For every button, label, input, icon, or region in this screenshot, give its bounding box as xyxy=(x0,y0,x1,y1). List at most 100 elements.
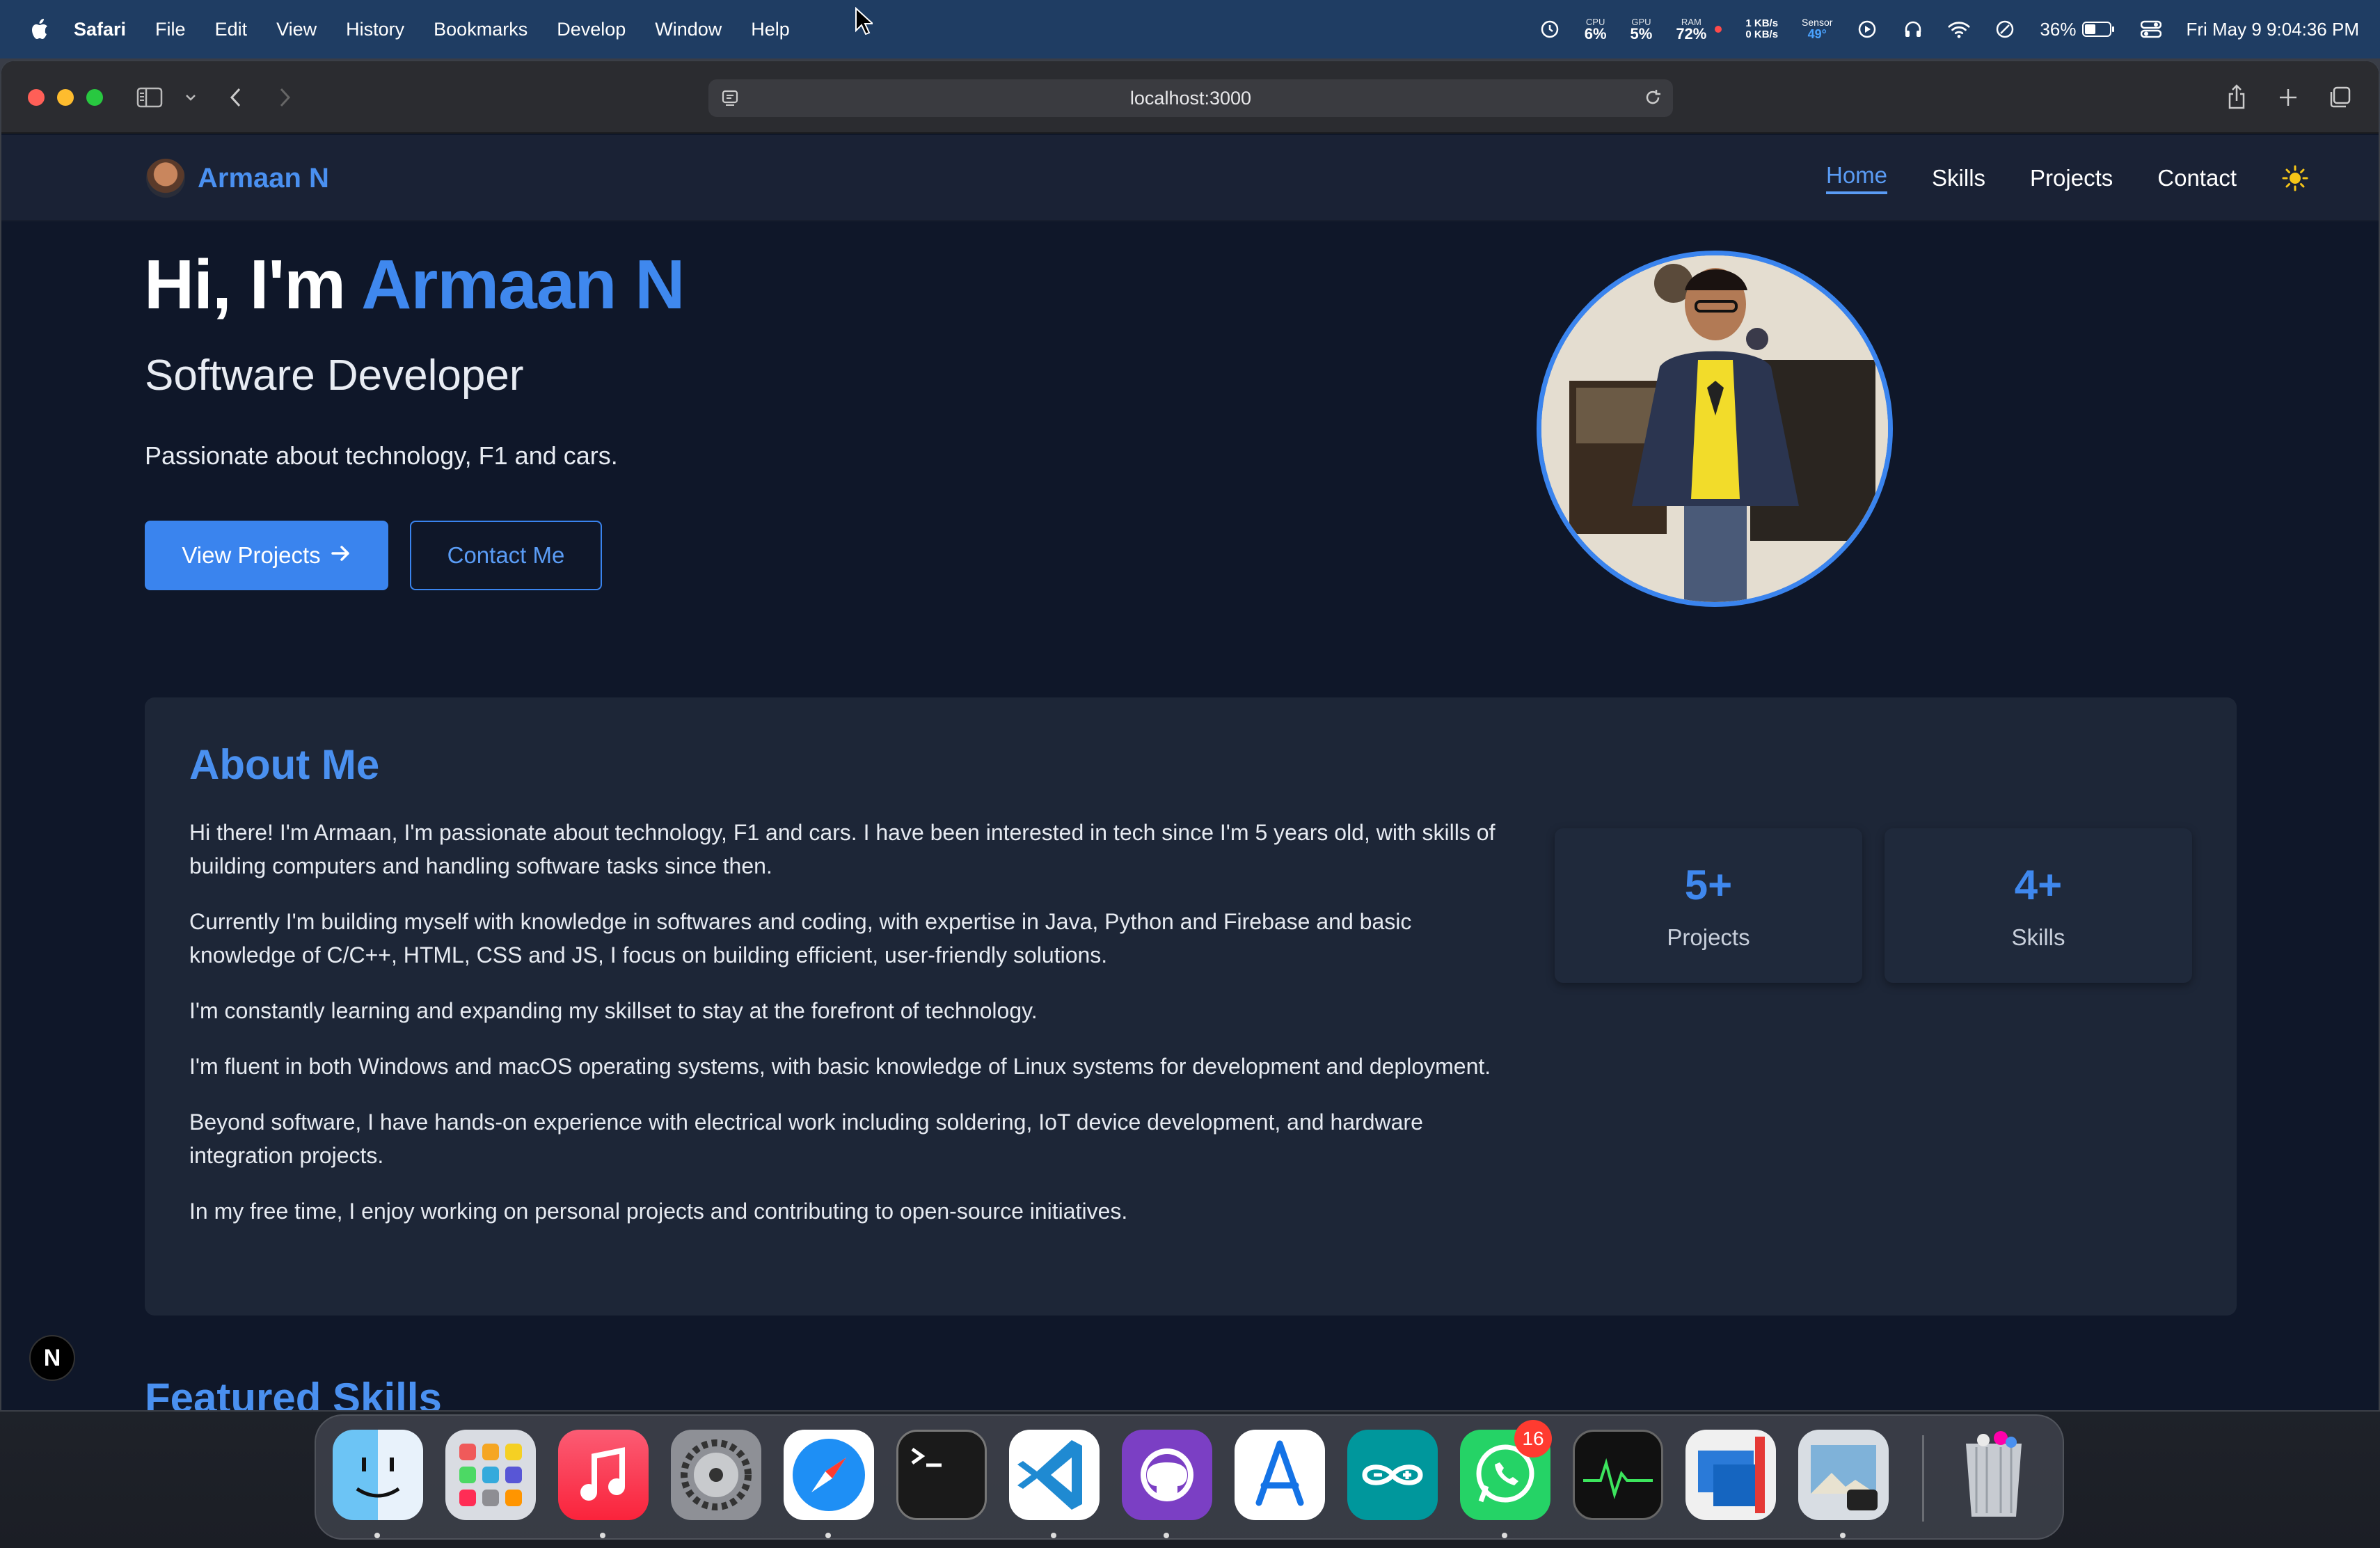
view-projects-button[interactable]: View Projects xyxy=(145,521,388,590)
dock-preview-running-dot xyxy=(1840,1533,1846,1538)
dock-whatsapp-running-dot xyxy=(1502,1533,1507,1538)
site-navbar: Armaan N Home Skills Projects Contact xyxy=(1,135,2379,221)
share-icon[interactable] xyxy=(2221,82,2252,113)
hero-tagline: Passionate about technology, F1 and cars… xyxy=(145,441,618,470)
play-icon[interactable] xyxy=(1856,18,1878,40)
ram-label: RAM xyxy=(1681,16,1701,27)
dock-remote-desktop-icon[interactable] xyxy=(1685,1430,1776,1520)
safari-window: localhost:3000 Armaan N Home Skills Proj… xyxy=(0,60,2380,1412)
mouse-cursor-icon xyxy=(855,6,875,38)
featured-skills-heading: Featured Skills xyxy=(145,1375,442,1412)
dock-preview-icon[interactable] xyxy=(1798,1430,1889,1520)
zoom-window-button[interactable] xyxy=(86,89,103,106)
skills-count: 4+ xyxy=(2014,861,2063,908)
battery-icon[interactable] xyxy=(2081,18,2116,40)
skills-stat-card: 4+ Skills xyxy=(1885,828,2192,983)
minimize-window-button[interactable] xyxy=(57,89,74,106)
ram-value: 72% xyxy=(1676,24,1707,42)
menu-file[interactable]: File xyxy=(155,19,186,40)
menu-edit[interactable]: Edit xyxy=(215,19,248,40)
menu-view[interactable]: View xyxy=(276,19,317,40)
dock-separator xyxy=(1922,1435,1924,1522)
battery-percent: 36% xyxy=(2040,18,2077,40)
nav-link-projects[interactable]: Projects xyxy=(2030,165,2113,191)
new-tab-icon[interactable] xyxy=(2273,82,2303,113)
forward-button[interactable] xyxy=(269,82,300,113)
menu-bar: Safari File Edit View History Bookmarks … xyxy=(0,0,2380,58)
about-paragraphs: Hi there! I'm Armaan, I'm passionate abo… xyxy=(189,816,1512,1250)
chevron-down-icon[interactable] xyxy=(175,82,206,113)
window-controls xyxy=(28,89,103,106)
clock[interactable]: Fri May 9 9:04:36 PM xyxy=(2186,19,2359,40)
back-button[interactable] xyxy=(221,82,251,113)
dock-arduino-icon[interactable] xyxy=(1347,1430,1438,1520)
menu-help[interactable]: Help xyxy=(751,19,790,40)
nav-link-skills[interactable]: Skills xyxy=(1932,165,1985,191)
menu-app-safari[interactable]: Safari xyxy=(74,19,126,40)
page-settings-icon[interactable] xyxy=(721,88,740,113)
dock-activity-monitor-icon[interactable] xyxy=(1573,1430,1663,1520)
dock-github-desktop-icon[interactable] xyxy=(1122,1430,1212,1520)
menu-develop[interactable]: Develop xyxy=(557,19,626,40)
browser-toolbar: localhost:3000 xyxy=(1,61,2379,134)
about-paragraph: I'm constantly learning and expanding my… xyxy=(189,998,1038,1023)
focus-icon[interactable] xyxy=(1994,18,2016,40)
tab-overview-icon[interactable] xyxy=(2324,82,2355,113)
menu-window[interactable]: Window xyxy=(655,19,722,40)
url-text: localhost:3000 xyxy=(1129,87,1252,109)
dock-github-running-dot xyxy=(1164,1533,1169,1538)
address-bar[interactable]: localhost:3000 xyxy=(708,79,1673,117)
wifi-icon[interactable] xyxy=(1948,18,1970,40)
dock-system-settings-icon[interactable] xyxy=(671,1430,761,1520)
gpu-label: GPU xyxy=(1631,16,1651,27)
cpu-stat[interactable]: CPU 6% xyxy=(1585,17,1607,42)
site-brand[interactable]: Armaan N xyxy=(146,159,329,198)
arrow-right-icon xyxy=(331,542,351,569)
dock-vscode-icon[interactable] xyxy=(1009,1430,1100,1520)
ram-stat[interactable]: RAM 72% xyxy=(1676,17,1706,42)
dock-terminal-icon[interactable] xyxy=(896,1430,987,1520)
headphones-icon[interactable] xyxy=(1902,18,1924,40)
dock-vscode-running-dot xyxy=(1051,1533,1056,1538)
dock-safari-icon[interactable] xyxy=(784,1430,874,1520)
about-section: About Me Hi there! I'm Armaan, I'm passi… xyxy=(145,697,2237,1316)
dock-safari-running-dot xyxy=(825,1533,831,1538)
dock-launchpad-icon[interactable] xyxy=(445,1430,536,1520)
profile-photo xyxy=(1537,251,1893,607)
sensor-stat[interactable]: Sensor 49° xyxy=(1802,17,1832,41)
about-paragraph: In my free time, I enjoy working on pers… xyxy=(189,1199,1128,1224)
menu-bookmarks[interactable]: Bookmarks xyxy=(434,19,527,40)
hero-name: Armaan N xyxy=(361,246,685,324)
contact-me-button[interactable]: Contact Me xyxy=(410,521,602,590)
gpu-stat[interactable]: GPU 5% xyxy=(1631,17,1653,42)
dock-finder-running-dot xyxy=(374,1533,380,1538)
menu-history[interactable]: History xyxy=(346,19,404,40)
nav-links: Home Skills Projects Contact xyxy=(1826,135,2309,221)
nextjs-dev-badge[interactable]: N xyxy=(29,1335,75,1381)
dock-finder-icon[interactable] xyxy=(333,1430,423,1520)
theme-toggle-sun-icon[interactable] xyxy=(2281,164,2309,192)
dock-trash-icon[interactable] xyxy=(1949,1430,2039,1520)
time-machine-icon[interactable] xyxy=(1539,18,1561,40)
dock-music-icon[interactable] xyxy=(558,1430,649,1520)
close-window-button[interactable] xyxy=(28,89,45,106)
hero-subtitle: Software Developer xyxy=(145,352,524,400)
sensor-value: 49° xyxy=(1807,26,1827,41)
net-up: 1 KB/s xyxy=(1745,17,1779,29)
cpu-label: CPU xyxy=(1585,16,1605,27)
dock: 16 xyxy=(315,1414,2064,1540)
sensor-label: Sensor xyxy=(1802,17,1833,29)
about-paragraph: Hi there! I'm Armaan, I'm passionate abo… xyxy=(189,820,1496,878)
apple-icon[interactable] xyxy=(25,15,53,43)
hero-heading: Hi, I'm Armaan N xyxy=(144,245,685,325)
nav-link-home[interactable]: Home xyxy=(1826,162,1888,194)
reload-icon[interactable] xyxy=(1642,87,1663,113)
about-paragraph: Beyond software, I have hands-on experie… xyxy=(189,1109,1423,1168)
sidebar-toggle-icon[interactable] xyxy=(135,82,166,113)
dock-app-store-icon[interactable] xyxy=(1235,1430,1325,1520)
net-down: 0 KB/s xyxy=(1745,29,1779,40)
control-center-icon[interactable] xyxy=(2140,18,2162,40)
dock-music-running-dot xyxy=(600,1533,605,1538)
nav-link-contact[interactable]: Contact xyxy=(2157,165,2237,191)
network-stat[interactable]: 1 KB/s 0 KB/s xyxy=(1745,17,1779,41)
